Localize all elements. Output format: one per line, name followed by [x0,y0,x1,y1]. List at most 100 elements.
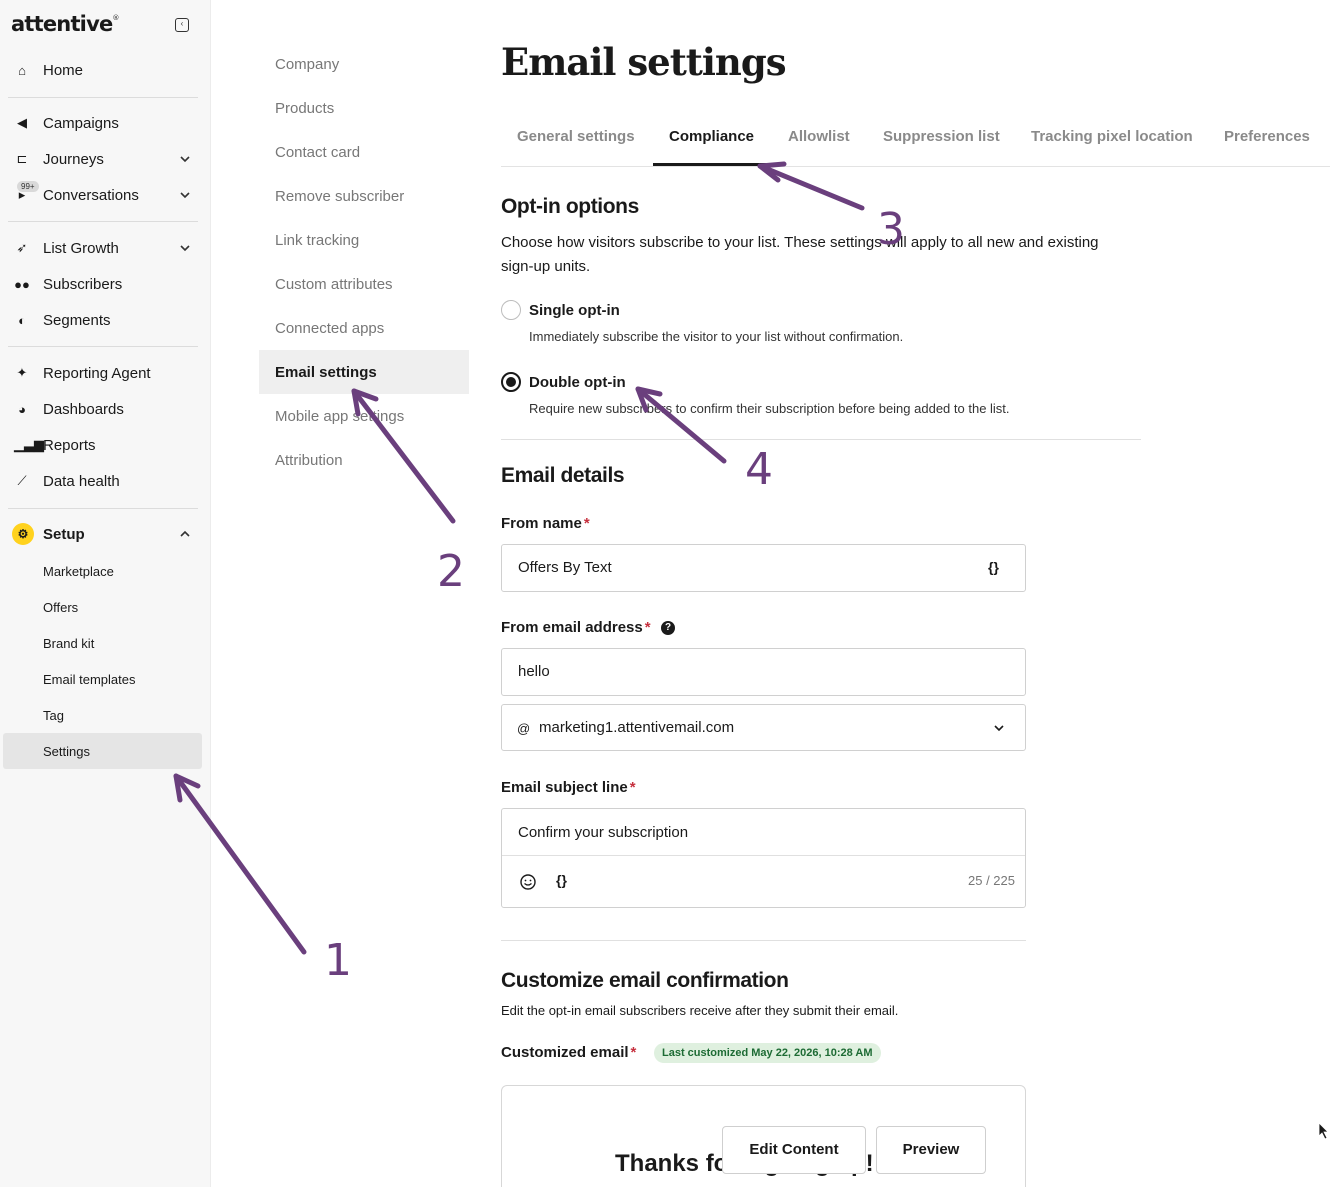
single-optin-title[interactable]: Single opt-in [529,302,620,319]
subnav-item-contact-card[interactable]: Contact card [259,130,469,174]
sparkle-icon: ✦ [16,365,28,380]
subnav-item-mobile-app-settings[interactable]: Mobile app settings [259,394,469,438]
sidebar-item-label: Reporting Agent [43,364,151,382]
subnav-label: Products [275,99,335,117]
setup-item-label: Marketplace [43,563,114,579]
subnav-item-company[interactable]: Company [259,42,469,86]
subnav-item-connected-apps[interactable]: Connected apps [259,306,469,350]
from-name-value: Offers By Text [518,559,612,576]
sidebar-item-list-growth[interactable]: ➶ List Growth [0,230,211,266]
double-optin-title[interactable]: Double opt-in [529,374,626,391]
variable-braces-icon[interactable]: {} [988,559,999,575]
optin-description: Choose how visitors subscribe to your li… [501,231,1099,279]
subnav-item-email-settings[interactable]: Email settings [259,350,469,394]
divider [8,221,198,222]
subnav-label: Connected apps [275,319,385,337]
help-icon[interactable]: ? [661,621,675,635]
sidebar-item-data-health[interactable]: ⟋ Data health [0,463,211,499]
logo-mark: ® [112,14,119,22]
home-icon: ⌂ [18,62,26,78]
bar-chart-icon: ▁▃▆ [14,437,44,452]
annotation-arrow-4 [635,386,727,464]
setup-item-label: Settings [43,743,90,759]
from-email-value: hello [518,663,550,680]
section-divider [501,439,1141,440]
sidebar-item-subscribers[interactable]: ●● Subscribers [0,266,211,302]
double-optin-description: Require new subscribers to confirm their… [529,401,1010,416]
subnav-label: Mobile app settings [275,407,405,425]
subject-line-field[interactable]: Confirm your subscription {} 25 / 225 [501,808,1026,908]
rocket-icon: ➶ [16,240,28,255]
sidebar-item-journeys[interactable]: ⊏ Journeys [0,141,211,177]
sidebar-item-label: Segments [43,311,111,329]
preview-button[interactable]: Preview [876,1126,986,1174]
sidebar-item-setup[interactable]: ⚙ Setup [0,516,211,552]
tab-preferences[interactable]: Preferences [1224,128,1310,145]
divider [8,346,198,347]
edit-content-button[interactable]: Edit Content [722,1126,866,1174]
emoji-icon[interactable] [519,873,537,891]
setup-item-label: Email templates [43,671,136,687]
tab-tracking-pixel-location[interactable]: Tracking pixel location [1031,128,1193,145]
sidebar-item-label: Home [43,61,84,79]
tab-general-settings[interactable]: General settings [517,128,635,145]
sidebar-item-label: Dashboards [43,400,124,418]
chevron-down-icon[interactable] [178,241,192,255]
from-email-field[interactable]: hello [501,648,1026,696]
setup-item-tag[interactable]: Tag [0,697,211,733]
subnav-item-remove-subscriber[interactable]: Remove subscriber [259,174,469,218]
tab-allowlist[interactable]: Allowlist [788,128,850,145]
sidebar-item-campaigns[interactable]: ◀ Campaigns [0,105,211,141]
email-domain-select[interactable]: @ marketing1.attentivemail.com [501,704,1026,751]
setup-item-marketplace[interactable]: Marketplace [0,553,211,589]
sidebar-item-reporting-agent[interactable]: ✦ Reporting Agent [0,355,211,391]
tab-suppression-list[interactable]: Suppression list [883,128,1000,145]
setup-item-email-templates[interactable]: Email templates [0,661,211,697]
variable-braces-icon[interactable]: {} [556,872,567,888]
confirmation-description: Edit the opt-in email subscribers receiv… [501,1003,899,1018]
sidebar-collapse-icon[interactable]: ‹ [175,18,189,32]
subnav-item-products[interactable]: Products [259,86,469,130]
setup-item-label: Tag [43,707,64,723]
sidebar-item-label: Conversations [43,186,139,204]
subnav-label: Link tracking [275,231,360,249]
divider [8,508,198,509]
sidebar-item-label: Reports [43,436,96,454]
setup-item-settings[interactable]: Settings [3,733,202,769]
subnav-label: Contact card [275,143,361,161]
single-optin-radio[interactable] [501,300,521,320]
from-name-field[interactable]: Offers By Text {} [501,544,1026,592]
tab-compliance[interactable]: Compliance [669,128,754,145]
active-tab-indicator [653,163,770,166]
required-mark: * [630,1044,637,1061]
sidebar-item-reports[interactable]: ▁▃▆ Reports [0,427,211,463]
tab-bar: General settings Compliance Allowlist Su… [501,120,1330,167]
chevron-up-icon[interactable] [178,527,192,541]
double-optin-radio[interactable] [501,372,521,392]
optin-heading: Opt-in options [501,195,639,218]
chevron-down-icon[interactable] [993,722,1005,734]
sidebar-item-dashboards[interactable]: ◕ Dashboards [0,391,211,427]
subnav-item-custom-attributes[interactable]: Custom attributes [259,262,469,306]
required-mark: * [583,515,590,532]
sidebar-item-home[interactable]: ⌂ Home [0,52,211,88]
subnav-item-attribution[interactable]: Attribution [259,438,469,482]
sidebar-item-segments[interactable]: ◐ Segments [0,302,211,338]
subnav-label: Attribution [275,451,343,469]
chevron-down-icon[interactable] [178,152,192,166]
page-title: Email settings [501,40,787,84]
subject-line-label-text: Email subject line [501,779,628,796]
subnav-item-link-tracking[interactable]: Link tracking [259,218,469,262]
confirmation-heading: Customize email confirmation [501,969,789,992]
setup-item-brand-kit[interactable]: Brand kit [0,625,211,661]
setup-item-offers[interactable]: Offers [0,589,211,625]
sidebar-item-label: Subscribers [43,275,123,293]
chevron-down-icon[interactable] [178,188,192,202]
logo: attentive® [11,12,119,36]
users-icon: ●● [14,276,30,292]
annotation-number-3: 3 [877,204,905,255]
sidebar-item-label: Journeys [43,150,104,168]
line-chart-icon: ⟋ [17,473,27,488]
optin-description-line: Choose how visitors subscribe to your li… [501,234,1099,251]
field-divider [502,855,1025,856]
